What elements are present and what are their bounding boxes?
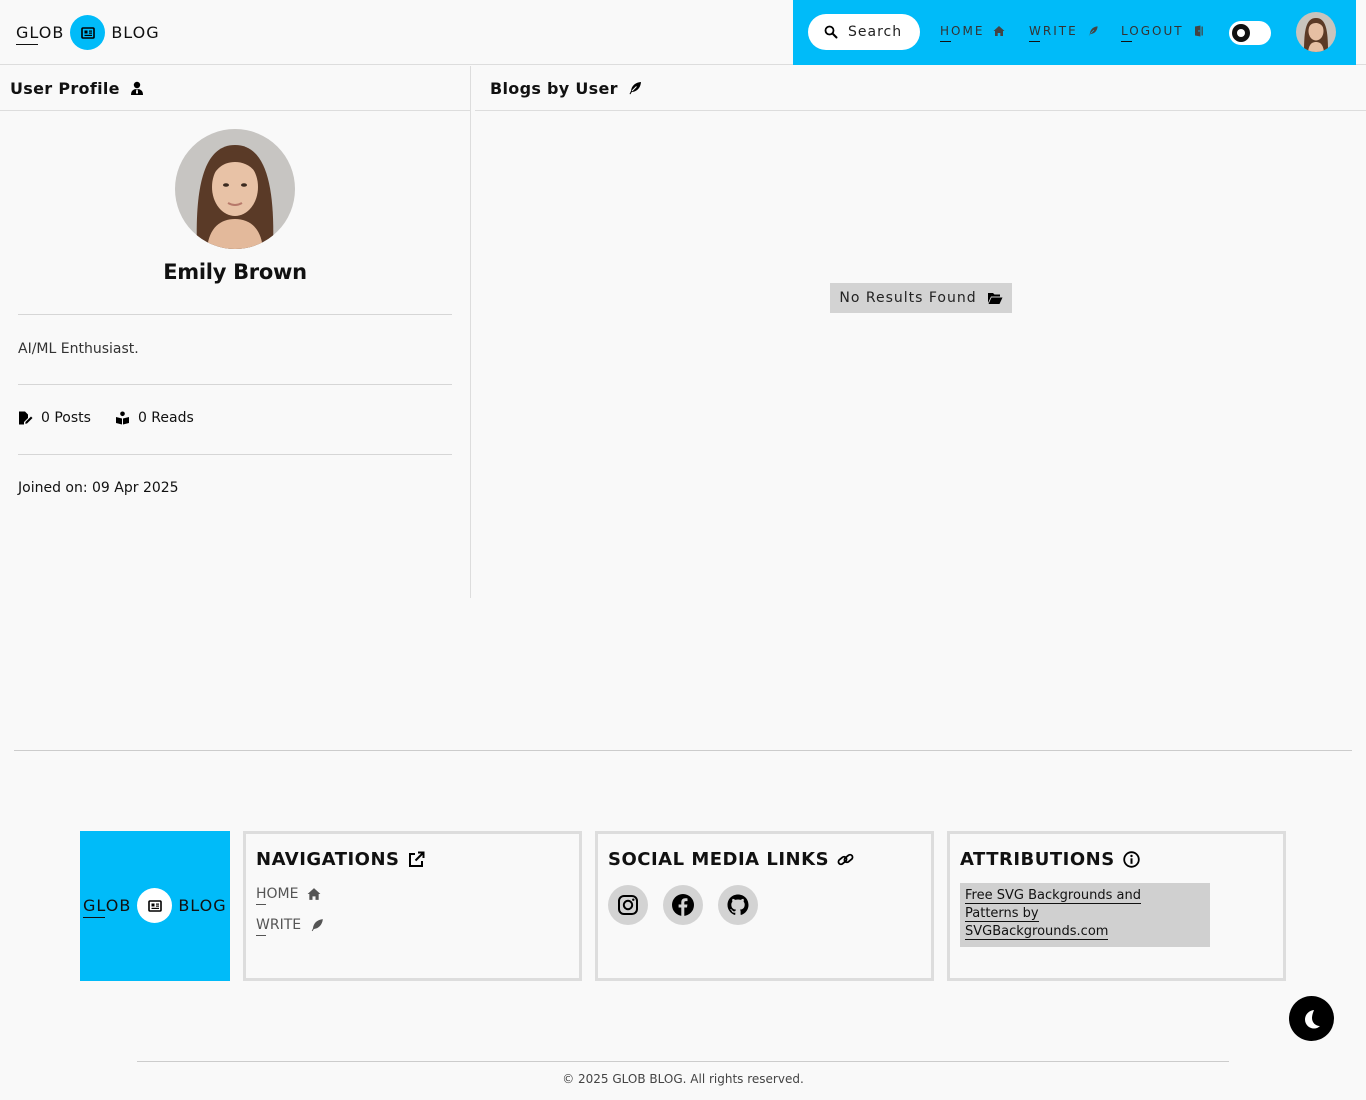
header: GLOB BLOG Search HOME WRITE LOGOUT: [0, 0, 1366, 65]
divider: [18, 384, 452, 385]
footer-navigations-heading: NAVIGATIONS: [256, 849, 425, 870]
blogs-panel: Blogs by User No Results Found: [471, 66, 1366, 598]
footer-social-heading: SOCIAL MEDIA LINKS: [608, 849, 854, 870]
info-icon: [1123, 851, 1140, 868]
footer-home-label: HOME: [256, 886, 299, 905]
blogs-header: Blogs by User: [475, 66, 1366, 111]
footer-logo-box: GLOB BLOG: [80, 831, 230, 981]
newspaper-icon: [70, 15, 106, 50]
nav-bar: Search HOME WRITE LOGOUT: [793, 0, 1356, 65]
site-logo[interactable]: GLOB BLOG: [16, 15, 160, 50]
attribution-line-3: SVGBackgrounds.com: [965, 924, 1109, 940]
link-icon: [837, 853, 854, 866]
footer-logo[interactable]: GLOB BLOG: [83, 888, 227, 923]
logo-word-blog: BLOG: [178, 896, 227, 915]
sun-icon: [1232, 24, 1250, 42]
user-profile-header: User Profile: [0, 66, 470, 111]
attribution-line-2: Patterns by: [965, 906, 1039, 922]
home-icon: [993, 26, 1005, 36]
nav-logout-label: LOGOUT: [1121, 24, 1184, 42]
reads-stat: 0 Reads: [115, 410, 194, 426]
feather-icon: [629, 82, 641, 95]
github-icon[interactable]: [718, 885, 758, 925]
footer-attributions-card: ATTRIBUTIONS Free SVG Backgrounds and Pa…: [947, 831, 1286, 981]
footer-social-card: SOCIAL MEDIA LINKS: [595, 831, 934, 981]
no-results-badge: No Results Found: [830, 283, 1012, 313]
footer-attributions-title: ATTRIBUTIONS: [960, 849, 1115, 870]
external-link-icon: [408, 851, 425, 867]
footer-write-label: WRITE: [256, 917, 302, 936]
user-tie-icon: [130, 81, 143, 95]
search-label: Search: [848, 24, 903, 40]
page-divider: [14, 750, 1352, 751]
theme-toggle[interactable]: [1229, 21, 1271, 45]
attribution-line-1: Free SVG Backgrounds and: [965, 888, 1141, 904]
profile-name: Emily Brown: [163, 260, 307, 284]
footer-home-link[interactable]: HOME: [256, 886, 321, 905]
nav-logout-link[interactable]: LOGOUT: [1121, 24, 1205, 42]
file-pen-icon: [19, 411, 33, 425]
nav-home-link[interactable]: HOME: [940, 24, 1005, 42]
profile-avatar: [175, 129, 295, 249]
footer-divider: [137, 1061, 1229, 1062]
search-icon: [824, 25, 838, 39]
copyright-text: © 2025 GLOB BLOG. All rights reserved.: [562, 1072, 804, 1086]
nav-write-label: WRITE: [1029, 24, 1078, 42]
door-icon: [1194, 25, 1203, 37]
footer-attributions-heading: ATTRIBUTIONS: [960, 849, 1140, 870]
no-results-text: No Results Found: [839, 290, 977, 306]
posts-stat: 0 Posts: [18, 410, 91, 426]
dark-mode-button[interactable]: [1289, 996, 1334, 1041]
nav-home-label: HOME: [940, 24, 985, 42]
user-profile-title: User Profile: [10, 78, 120, 98]
nav-write-link[interactable]: WRITE: [1029, 24, 1099, 42]
posts-count: 0 Posts: [41, 410, 91, 426]
logo-word-glob: GLOB: [16, 23, 65, 45]
logo-word-blog: BLOG: [111, 23, 160, 42]
facebook-icon[interactable]: [663, 885, 703, 925]
divider: [18, 454, 452, 455]
divider: [18, 314, 452, 315]
attribution-link[interactable]: Free SVG Backgrounds and Patterns by SVG…: [960, 883, 1210, 947]
reads-count: 0 Reads: [137, 410, 194, 426]
feather-icon: [1087, 25, 1098, 37]
folder-open-icon: [987, 293, 1003, 304]
search-button[interactable]: Search: [808, 14, 920, 50]
feather-icon: [311, 919, 323, 932]
book-reader-icon: [115, 411, 129, 425]
profile-stats: 0 Posts 0 Reads: [18, 410, 194, 426]
blogs-title: Blogs by User: [490, 78, 618, 98]
home-icon: [308, 888, 321, 900]
newspaper-icon: [137, 888, 173, 923]
user-avatar[interactable]: [1296, 12, 1336, 52]
footer-write-link[interactable]: WRITE: [256, 917, 324, 936]
user-profile-panel: User Profile Emily Brown AI/ML Enthusias…: [0, 66, 471, 598]
logo-word-glob: GLOB: [83, 896, 132, 918]
moon-icon: [1304, 1009, 1320, 1028]
instagram-icon[interactable]: [608, 885, 648, 925]
joined-date: Joined on: 09 Apr 2025: [18, 480, 179, 496]
footer-navigations-title: NAVIGATIONS: [256, 849, 400, 870]
footer-social-title: SOCIAL MEDIA LINKS: [608, 849, 830, 870]
footer-navigations-card: NAVIGATIONS HOME WRITE: [243, 831, 582, 981]
profile-bio: AI/ML Enthusiast.: [18, 341, 139, 357]
